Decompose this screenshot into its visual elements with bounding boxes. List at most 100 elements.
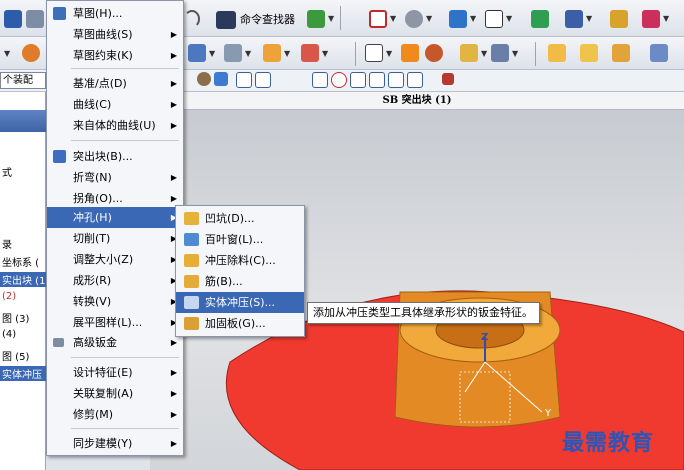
sphere-icon[interactable] xyxy=(425,44,443,62)
menu-item-resize[interactable]: 调整大小(Z) ▶ xyxy=(47,249,183,270)
navigator-row[interactable]: 坐标系 ( xyxy=(2,254,39,269)
play-icon[interactable] xyxy=(642,10,660,28)
assembly-field[interactable]: 个装配 xyxy=(0,72,46,89)
submenu-item-drawn-cutout[interactable]: 冲压除料(C)... xyxy=(176,250,304,271)
arc-icon[interactable] xyxy=(255,72,271,88)
chevron-down-icon[interactable]: ▼ xyxy=(245,49,251,58)
bead-icon xyxy=(184,275,199,288)
command-finder-icon[interactable] xyxy=(216,11,236,29)
unite-icon[interactable] xyxy=(548,44,566,62)
undo-icon[interactable] xyxy=(26,10,44,28)
solid-punch-icon xyxy=(184,296,199,309)
chevron-down-icon[interactable]: ▼ xyxy=(426,14,432,23)
submenu-item-dimple[interactable]: 凹坑(D)... xyxy=(176,208,304,229)
snap-icon[interactable] xyxy=(197,72,211,86)
menu-item-punch[interactable]: 冲孔(H) ▶ xyxy=(47,207,183,228)
menu-item-sketch[interactable]: 草图(H)... xyxy=(47,3,183,24)
bend-icon[interactable] xyxy=(224,44,242,62)
chevron-down-icon[interactable]: ▼ xyxy=(586,14,592,23)
sketch-icon xyxy=(53,7,66,20)
subtract-icon[interactable] xyxy=(580,44,598,62)
circle-center-icon[interactable] xyxy=(331,72,347,88)
navigator-row[interactable]: (4) xyxy=(2,329,16,340)
navigator-row[interactable]: 实出块 (1 xyxy=(0,272,46,287)
fit-view-icon[interactable] xyxy=(369,10,387,28)
chevron-down-icon[interactable]: ▼ xyxy=(322,49,328,58)
analysis-icon[interactable] xyxy=(610,10,628,28)
menu-item-design-feature[interactable]: 设计特征(E) ▶ xyxy=(47,362,183,383)
chevron-down-icon[interactable]: ▼ xyxy=(390,14,396,23)
constraint-icon[interactable] xyxy=(369,72,385,88)
chevron-right-icon: ▶ xyxy=(170,410,177,419)
background-icon[interactable] xyxy=(485,10,503,28)
grid-icon[interactable] xyxy=(442,73,454,85)
box-select-icon[interactable] xyxy=(365,44,383,62)
blend-icon[interactable] xyxy=(491,44,509,62)
part-icon[interactable] xyxy=(22,44,40,62)
chevron-right-icon: ▶ xyxy=(170,79,177,88)
mirror-icon[interactable] xyxy=(650,44,668,62)
menu-item-datum-point[interactable]: 基准/点(D) ▶ xyxy=(47,73,183,94)
chevron-down-icon[interactable]: ▼ xyxy=(506,14,512,23)
menu-item-cut[interactable]: 切削(T) ▶ xyxy=(47,228,183,249)
navigator-row[interactable]: 图 (5) xyxy=(2,348,29,363)
chevron-down-icon[interactable]: ▼ xyxy=(284,49,290,58)
navigator-row[interactable]: 实体冲压 xyxy=(0,366,46,381)
feature-icon[interactable] xyxy=(565,10,583,28)
curve-icon[interactable] xyxy=(274,72,290,88)
selection-icon[interactable] xyxy=(307,10,325,28)
pencil-icon[interactable] xyxy=(301,44,319,62)
chevron-down-icon[interactable]: ▼ xyxy=(328,14,334,23)
menu-item-advanced-sheetmetal[interactable]: 高级钣金 ▶ xyxy=(47,332,183,353)
navigator-row[interactable]: 式 xyxy=(2,164,12,179)
menu-item-curve[interactable]: 曲线(C) ▶ xyxy=(47,94,183,115)
circle-icon[interactable] xyxy=(312,72,328,88)
trim-icon[interactable] xyxy=(293,72,309,88)
menu-item-curve-from-body[interactable]: 来自体的曲线(U) ▶ xyxy=(47,115,183,136)
submenu-item-gusset[interactable]: 加固板(G)... xyxy=(176,313,304,334)
shaded-view-icon[interactable] xyxy=(449,10,467,28)
cube-icon[interactable] xyxy=(214,72,228,86)
shell-icon[interactable] xyxy=(460,44,478,62)
menu-item-convert[interactable]: 转换(V) ▶ xyxy=(47,291,183,312)
menu-item-sketch-curve[interactable]: 草图曲线(S) ▶ xyxy=(47,24,183,45)
dimension-icon[interactable] xyxy=(388,72,404,88)
navigator-row[interactable]: 录 xyxy=(2,236,12,251)
menu-item-trim[interactable]: 修剪(M) ▶ xyxy=(47,404,183,425)
chevron-down-icon[interactable]: ▼ xyxy=(4,49,10,58)
flange-icon[interactable] xyxy=(188,44,206,62)
menu-item-form[interactable]: 成形(R) ▶ xyxy=(47,270,183,291)
gusset-icon xyxy=(184,317,199,330)
menu-item-corner[interactable]: 拐角(O)... ▶ xyxy=(47,188,183,209)
contour-flange-icon[interactable] xyxy=(263,44,281,62)
menu-item-synchronous-modeling[interactable]: 同步建模(Y) ▶ xyxy=(47,433,183,454)
point-icon[interactable] xyxy=(350,72,366,88)
chevron-down-icon[interactable]: ▼ xyxy=(209,49,215,58)
save-icon[interactable] xyxy=(4,10,22,28)
wcs-icon[interactable] xyxy=(531,10,549,28)
menu-item-associative-copy[interactable]: 关联复制(A) ▶ xyxy=(47,383,183,404)
navigator-row[interactable]: 图 (3) xyxy=(2,310,29,325)
menu-item-flat-pattern[interactable]: 展平图样(L)... ▶ xyxy=(47,312,183,333)
submenu-item-solid-punch[interactable]: 实体冲压(S)... xyxy=(176,292,304,313)
orient-view-icon[interactable] xyxy=(405,10,423,28)
menu-item-tab[interactable]: 突出块(B)... xyxy=(47,146,183,167)
redo-icon[interactable] xyxy=(184,10,200,28)
submenu-item-louver[interactable]: 百叶窗(L)... xyxy=(176,229,304,250)
chevron-down-icon[interactable]: ▼ xyxy=(386,49,392,58)
chevron-down-icon[interactable]: ▼ xyxy=(512,49,518,58)
chevron-right-icon: ▶ xyxy=(170,439,177,448)
chevron-down-icon[interactable]: ▼ xyxy=(481,49,487,58)
menu-item-bend[interactable]: 折弯(N) ▶ xyxy=(47,167,183,188)
chevron-down-icon[interactable]: ▼ xyxy=(470,14,476,23)
chevron-right-icon: ▶ xyxy=(170,368,177,377)
chevron-down-icon[interactable]: ▼ xyxy=(663,14,669,23)
intersect-icon[interactable] xyxy=(612,44,630,62)
menu-item-sketch-constraint[interactable]: 草图约束(K) ▶ xyxy=(47,45,183,66)
command-finder-label[interactable]: 命令查找器 xyxy=(240,11,295,27)
line-icon[interactable] xyxy=(236,72,252,88)
submenu-item-bead[interactable]: 筋(B)... xyxy=(176,271,304,292)
block-icon[interactable] xyxy=(401,44,419,62)
navigator-row[interactable]: (2) xyxy=(2,291,16,302)
quick-trim-icon[interactable] xyxy=(407,72,423,88)
